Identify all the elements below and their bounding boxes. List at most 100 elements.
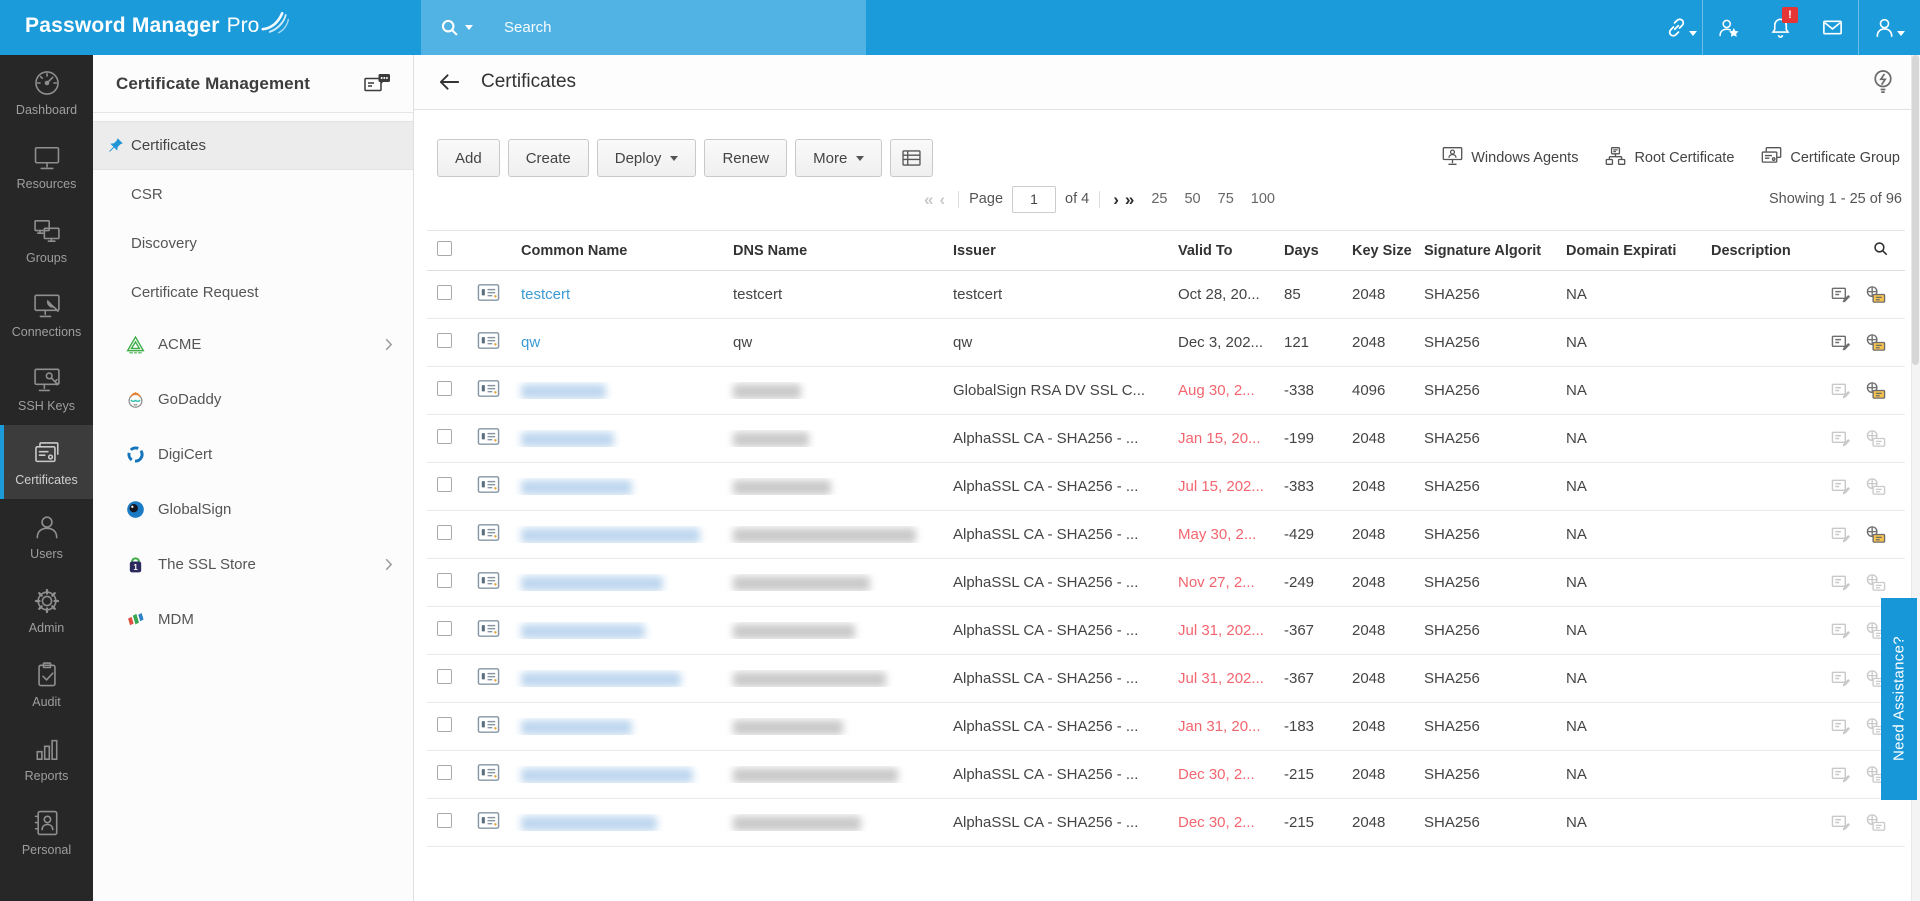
- page-input[interactable]: [1012, 185, 1057, 213]
- select-all-checkbox[interactable]: [437, 241, 452, 256]
- sidebar-item-ssh-keys[interactable]: SSH Keys: [0, 351, 93, 425]
- row-checkbox[interactable]: [437, 717, 452, 732]
- certificate-lock-icon[interactable]: [1865, 333, 1886, 352]
- col-days[interactable]: Days: [1274, 243, 1342, 259]
- edit-certificate-icon[interactable]: [1831, 669, 1852, 688]
- edit-certificate-icon[interactable]: [1831, 333, 1852, 352]
- need-assistance-tab[interactable]: Need Assistance?: [1881, 598, 1917, 800]
- certificate-management-icon[interactable]: [364, 73, 391, 95]
- row-checkbox[interactable]: [437, 669, 452, 684]
- lightbulb-icon[interactable]: [1870, 68, 1896, 96]
- next-page-button[interactable]: ›: [1110, 191, 1122, 208]
- row-checkbox[interactable]: [437, 285, 452, 300]
- row-checkbox[interactable]: [437, 765, 452, 780]
- submenu-item-csr[interactable]: CSR: [93, 170, 413, 219]
- col-dns-name[interactable]: DNS Name: [723, 243, 943, 259]
- page-size-100[interactable]: 100: [1251, 191, 1275, 207]
- sidebar-item-dashboard[interactable]: Dashboard: [0, 55, 93, 129]
- col-common-name[interactable]: Common Name: [511, 243, 723, 259]
- submenu-item-discovery[interactable]: Discovery: [93, 219, 413, 268]
- table-row[interactable]: AlphaSSL CA - SHA256 - ... Nov 27, 2... -2…: [427, 559, 1905, 607]
- common-name-link[interactable]: testcert: [521, 286, 570, 303]
- certificate-lock-icon[interactable]: [1865, 573, 1886, 592]
- certificate-lock-icon[interactable]: [1865, 813, 1886, 832]
- prev-page-button[interactable]: ‹: [936, 191, 948, 208]
- submenu-item-mdm[interactable]: MDM: [93, 592, 413, 647]
- deploy-button[interactable]: Deploy: [596, 139, 697, 177]
- table-row[interactable]: AlphaSSL CA - SHA256 - ... Jan 15, 20... -…: [427, 415, 1905, 463]
- table-search-icon[interactable]: [1872, 240, 1889, 261]
- common-name-link[interactable]: qw: [521, 334, 540, 351]
- col-signature-algorithm[interactable]: Signature Algorit: [1414, 243, 1556, 259]
- certificate-lock-icon[interactable]: [1865, 429, 1886, 448]
- table-row[interactable]: AlphaSSL CA - SHA256 - ... May 30, 2... -4…: [427, 511, 1905, 559]
- edit-certificate-icon[interactable]: [1831, 573, 1852, 592]
- submenu-item-digicert[interactable]: DigiCert: [93, 427, 413, 482]
- edit-certificate-icon[interactable]: [1831, 621, 1852, 640]
- add-button[interactable]: Add: [437, 139, 500, 177]
- page-size-50[interactable]: 50: [1184, 191, 1200, 207]
- row-checkbox[interactable]: [437, 621, 452, 636]
- col-key-size[interactable]: Key Size: [1342, 243, 1414, 259]
- certificate-lock-icon[interactable]: [1865, 381, 1886, 400]
- sidebar-item-users[interactable]: Users: [0, 499, 93, 573]
- row-checkbox[interactable]: [437, 381, 452, 396]
- first-page-button[interactable]: «: [921, 191, 936, 208]
- submenu-item-globalsign[interactable]: GlobalSign: [93, 482, 413, 537]
- row-checkbox[interactable]: [437, 813, 452, 828]
- back-arrow-icon[interactable]: [438, 72, 461, 92]
- edit-certificate-icon[interactable]: [1831, 285, 1852, 304]
- table-row[interactable]: AlphaSSL CA - SHA256 - ... Jul 31, 202...…: [427, 655, 1905, 703]
- page-size-75[interactable]: 75: [1218, 191, 1234, 207]
- submenu-item-certificates[interactable]: Certificates: [93, 121, 413, 170]
- link-icon[interactable]: [1650, 0, 1702, 55]
- sidebar-item-groups[interactable]: Groups: [0, 203, 93, 277]
- row-checkbox[interactable]: [437, 333, 452, 348]
- sidebar-item-reports[interactable]: Reports: [0, 721, 93, 795]
- table-row[interactable]: qw qw qw Dec 3, 202... 121 2048 SHA256 NA: [427, 319, 1905, 367]
- create-button[interactable]: Create: [507, 139, 589, 177]
- edit-certificate-icon[interactable]: [1831, 717, 1852, 736]
- submenu-item-certificate-request[interactable]: Certificate Request: [93, 268, 413, 317]
- row-checkbox[interactable]: [437, 525, 452, 540]
- sidebar-item-certificates[interactable]: Certificates: [0, 425, 93, 499]
- edit-certificate-icon[interactable]: [1831, 765, 1852, 784]
- table-row[interactable]: AlphaSSL CA - SHA256 - ... Jan 31, 20... -…: [427, 703, 1905, 751]
- col-domain-expiration[interactable]: Domain Expirati: [1556, 243, 1701, 259]
- app-logo[interactable]: Password Manager Pro: [0, 11, 291, 42]
- renew-button[interactable]: Renew: [704, 139, 788, 177]
- sidebar-item-audit[interactable]: Audit: [0, 647, 93, 721]
- col-description[interactable]: Description: [1701, 243, 1821, 259]
- col-valid-to[interactable]: Valid To: [1168, 243, 1274, 259]
- table-row[interactable]: AlphaSSL CA - SHA256 - ... Dec 30, 2... -2…: [427, 751, 1905, 799]
- row-checkbox[interactable]: [437, 573, 452, 588]
- vertical-scrollbar-thumb[interactable]: [1912, 55, 1919, 365]
- sidebar-item-connections[interactable]: Connections: [0, 277, 93, 351]
- user-star-icon[interactable]: [1702, 0, 1754, 55]
- table-row[interactable]: AlphaSSL CA - SHA256 - ... Jul 15, 202...…: [427, 463, 1905, 511]
- row-checkbox[interactable]: [437, 429, 452, 444]
- sidebar-item-admin[interactable]: Admin: [0, 573, 93, 647]
- row-checkbox[interactable]: [437, 477, 452, 492]
- edit-certificate-icon[interactable]: [1831, 813, 1852, 832]
- sidebar-item-personal[interactable]: Personal: [0, 795, 93, 869]
- sidebar-item-resources[interactable]: Resources: [0, 129, 93, 203]
- edit-certificate-icon[interactable]: [1831, 429, 1852, 448]
- table-row[interactable]: GlobalSign RSA DV SSL C... Aug 30, 2... -3…: [427, 367, 1905, 415]
- notification-bell-icon[interactable]: !: [1754, 0, 1806, 55]
- certificate-lock-icon[interactable]: [1865, 477, 1886, 496]
- search-scope-caret-icon[interactable]: [465, 25, 473, 30]
- more-button[interactable]: More: [795, 139, 883, 177]
- page-size-25[interactable]: 25: [1151, 191, 1167, 207]
- submenu-item-godaddy[interactable]: GoDaddy: [93, 372, 413, 427]
- root-certificate-link[interactable]: Root Certificate: [1605, 146, 1734, 170]
- submenu-item-acme[interactable]: ACME: [93, 317, 413, 372]
- edit-certificate-icon[interactable]: [1831, 525, 1852, 544]
- edit-certificate-icon[interactable]: [1831, 477, 1852, 496]
- search-icon[interactable]: [439, 17, 460, 38]
- global-search[interactable]: Search: [421, 0, 866, 55]
- last-page-button[interactable]: »: [1122, 191, 1137, 208]
- certificate-lock-icon[interactable]: [1865, 285, 1886, 304]
- submenu-item-the-ssl-store[interactable]: 1 The SSL Store: [93, 537, 413, 592]
- list-view-button[interactable]: [890, 139, 934, 177]
